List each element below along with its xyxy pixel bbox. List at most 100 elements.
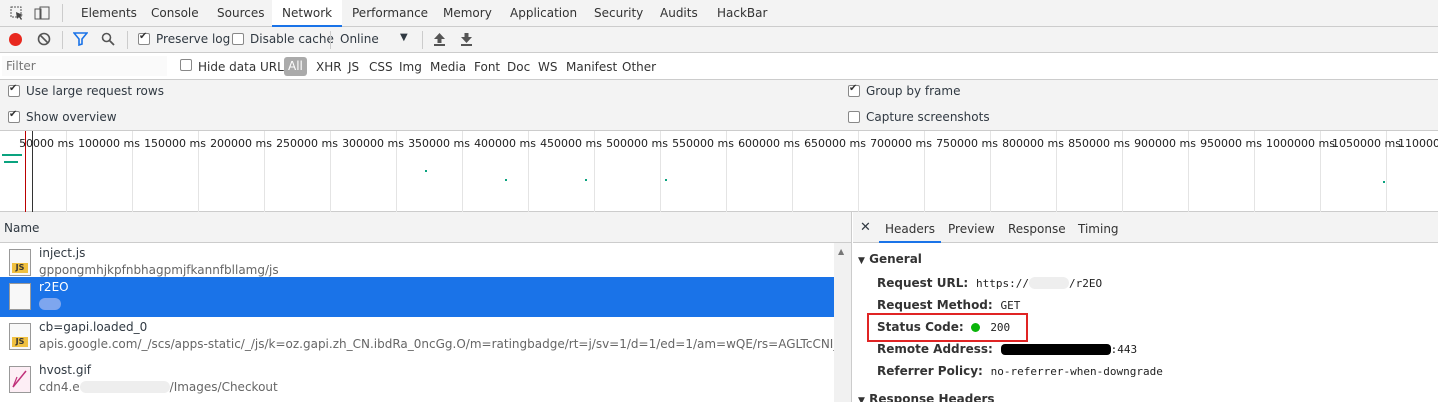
tab-performance[interactable]: Performance — [342, 0, 438, 27]
timeline-tick-label: 600000 ms — [738, 137, 800, 150]
scroll-up-icon[interactable]: ▲ — [838, 247, 844, 256]
divider — [127, 31, 128, 49]
name-column-header[interactable]: Name — [4, 221, 39, 235]
request-row-selected[interactable]: r2EO — [0, 277, 834, 317]
filter-type-xhr[interactable]: XHR — [316, 60, 342, 74]
request-row[interactable]: JS cb=gapi.loaded_0 apis.google.com/_/sc… — [0, 317, 834, 357]
timeline-dot — [505, 179, 507, 181]
divider — [330, 31, 331, 49]
divider — [62, 4, 63, 22]
filter-type-media[interactable]: Media — [430, 60, 466, 74]
request-url-value: https:// /r2EO — [976, 277, 1102, 290]
status-ok-icon — [971, 323, 981, 332]
devtools-tab-bar: Elements Console Sources Network Perform… — [0, 0, 1438, 27]
request-name: hvost.gif — [39, 363, 91, 377]
tab-elements[interactable]: Elements — [71, 0, 147, 27]
inspect-element-icon[interactable] — [10, 6, 25, 24]
status-code-value: 200 — [990, 321, 1011, 334]
import-har-icon[interactable] — [433, 32, 446, 49]
timeline-tick-label: 350000 ms — [408, 137, 470, 150]
js-file-icon: JS — [9, 323, 31, 350]
timeline-dot — [585, 179, 587, 181]
filter-type-all[interactable]: All — [284, 57, 307, 76]
clear-icon[interactable] — [37, 32, 51, 49]
tab-hackbar[interactable]: HackBar — [707, 0, 777, 27]
preserve-log-checkbox[interactable] — [138, 31, 150, 45]
filter-type-other[interactable]: Other — [622, 60, 656, 74]
disable-cache-label: Disable cache — [250, 32, 334, 46]
tab-sources[interactable]: Sources — [207, 0, 274, 27]
tab-headers[interactable]: Headers — [879, 212, 941, 243]
request-list-header: Name — [0, 212, 851, 243]
request-path-suffix: /Images/Checkout — [169, 380, 278, 394]
timeline-tick-label: 1100000 m — [1398, 137, 1438, 150]
request-path: apis.google.com/_/scs/apps-static/_/js/k… — [39, 337, 834, 351]
chevron-down-icon[interactable]: ▼ — [400, 32, 408, 43]
filter-type-font[interactable]: Font — [474, 60, 500, 74]
record-icon[interactable] — [9, 33, 22, 46]
network-settings: Use large request rows Show overview Gro… — [0, 80, 1438, 131]
request-url-suffix: /r2EO — [1068, 277, 1103, 290]
hide-data-urls-checkbox[interactable] — [180, 59, 192, 71]
document-file-icon — [9, 283, 31, 310]
tab-network[interactable]: Network — [272, 0, 343, 27]
triangle-down-icon: ▼ — [858, 256, 865, 266]
request-url-label: Request URL: — [877, 276, 969, 290]
group-by-frame-checkbox[interactable] — [848, 83, 860, 97]
tab-response[interactable]: Response — [1002, 212, 1072, 243]
triangle-down-icon: ▼ — [858, 396, 865, 402]
filter-input[interactable] — [2, 56, 167, 76]
close-icon[interactable]: ✕ — [860, 220, 871, 235]
filter-icon[interactable] — [72, 32, 89, 49]
filter-type-img[interactable]: Img — [399, 60, 422, 74]
request-path: gppongmhjkpfnbhagpmjfkannfbllamg/js — [39, 263, 279, 277]
show-overview-checkbox[interactable] — [8, 109, 20, 123]
referrer-policy-row: Referrer Policy: no-referrer-when-downgr… — [877, 364, 1163, 378]
tab-timing[interactable]: Timing — [1072, 212, 1125, 243]
tab-console[interactable]: Console — [141, 0, 209, 27]
redacted-host — [1028, 277, 1069, 289]
request-url-row: Request URL: https:// /r2EO — [877, 276, 1102, 290]
timeline-tick-label: 250000 ms — [276, 137, 338, 150]
capture-screenshots-label: Capture screenshots — [866, 110, 990, 124]
timeline-tick-label: 200000 ms — [210, 137, 272, 150]
export-har-icon[interactable] — [460, 32, 473, 49]
remote-address-row: Remote Address: :443 — [877, 342, 1137, 356]
filter-type-manifest[interactable]: Manifest — [566, 60, 617, 74]
load-event-line — [32, 131, 33, 212]
request-row[interactable]: hvost.gif cdn4.e/Images/Checkout — [0, 360, 834, 400]
tab-memory[interactable]: Memory — [433, 0, 502, 27]
request-name: inject.js — [39, 246, 86, 260]
js-file-icon: JS — [9, 249, 31, 276]
tab-application[interactable]: Application — [500, 0, 587, 27]
filter-type-css[interactable]: CSS — [369, 60, 393, 74]
request-list: Name JS inject.js gppongmhjkpfnbhagpmjfk… — [0, 212, 852, 402]
search-icon[interactable] — [101, 32, 115, 49]
throttling-value: Online — [340, 32, 379, 46]
timeline-tick-label: 750000 ms — [936, 137, 998, 150]
tab-preview[interactable]: Preview — [942, 212, 1001, 243]
large-rows-checkbox[interactable] — [8, 83, 20, 97]
device-toolbar-icon[interactable] — [34, 6, 50, 24]
request-method-row: Request Method: GET — [877, 298, 1020, 312]
filter-type-ws[interactable]: WS — [538, 60, 557, 74]
disable-cache-checkbox[interactable] — [232, 33, 244, 45]
general-section-header[interactable]: ▼ General — [858, 252, 922, 266]
timeline-overview[interactable]: 50000 ms 100000 ms 150000 ms 200000 ms 25000… — [0, 131, 1438, 212]
tab-audits[interactable]: Audits — [650, 0, 708, 27]
throttling-select[interactable]: Online — [340, 32, 379, 46]
tab-security[interactable]: Security — [584, 0, 653, 27]
remote-address-label: Remote Address: — [877, 342, 993, 356]
response-headers-section-header[interactable]: ▼ Response Headers — [858, 392, 995, 402]
status-code-row: Status Code: 200 — [877, 320, 1010, 334]
timeline-tick-label: 650000 ms — [804, 137, 866, 150]
filter-type-js[interactable]: JS — [348, 60, 359, 74]
capture-screenshots-checkbox[interactable] — [848, 111, 860, 123]
filter-type-doc[interactable]: Doc — [507, 60, 530, 74]
dom-content-loaded-line — [25, 131, 26, 212]
remote-address-value: :443 — [1000, 343, 1137, 356]
list-scrollbar[interactable]: ▲ — [834, 243, 851, 402]
timeline-dot — [1383, 181, 1385, 183]
timeline-tick-label: 400000 ms — [474, 137, 536, 150]
timeline-tick-label: 300000 ms — [342, 137, 404, 150]
